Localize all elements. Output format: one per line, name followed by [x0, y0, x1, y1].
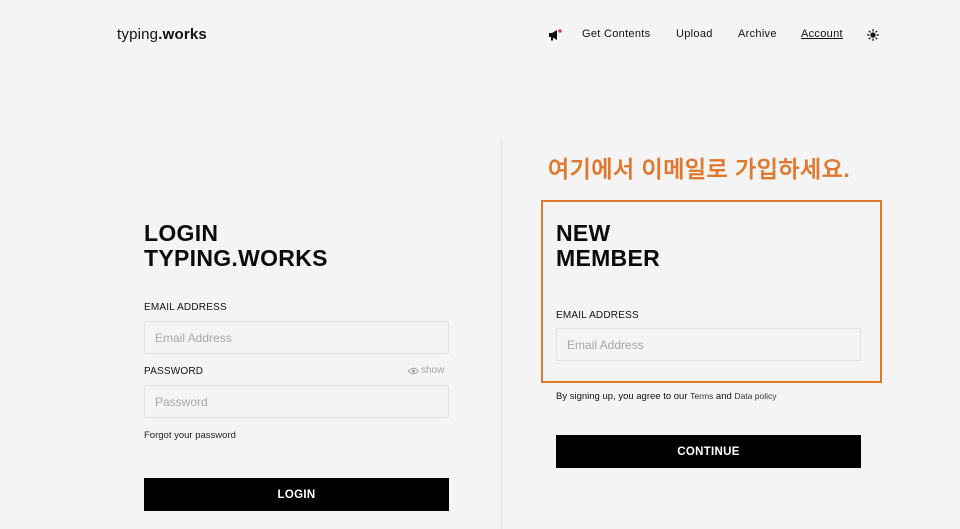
- signup-agreement-text: By signing up, you agree to our Terms an…: [556, 391, 777, 402]
- login-title-line1: LOGIN: [144, 220, 219, 246]
- password-input[interactable]: [144, 385, 449, 418]
- show-password-toggle[interactable]: show: [407, 365, 445, 376]
- signup-email-input[interactable]: [556, 328, 861, 361]
- agreement-prefix: By signing up, you agree to our: [556, 391, 691, 402]
- nav-get-contents[interactable]: Get Contents: [582, 28, 650, 40]
- terms-link[interactable]: Terms: [690, 391, 713, 401]
- signup-title-line1: NEW: [556, 220, 611, 246]
- signup-title: NEW MEMBER: [556, 221, 660, 271]
- nav-account[interactable]: Account: [801, 28, 843, 40]
- section-divider: [501, 138, 502, 529]
- login-email-label: EMAIL ADDRESS: [144, 302, 227, 313]
- login-title-line2: TYPING.WORKS: [144, 245, 328, 271]
- login-title: LOGIN TYPING.WORKS: [144, 221, 328, 271]
- signup-annotation: 여기에서 이메일로 가입하세요.: [548, 156, 851, 182]
- nav-archive[interactable]: Archive: [738, 28, 777, 40]
- megaphone-icon[interactable]: [548, 28, 562, 42]
- signup-email-label: EMAIL ADDRESS: [556, 310, 639, 321]
- signup-title-line2: MEMBER: [556, 245, 661, 271]
- eye-icon: [407, 367, 420, 375]
- show-password-label: show: [421, 365, 445, 376]
- top-nav: Get Contents Upload Archive Account: [0, 28, 960, 44]
- continue-button[interactable]: CONTINUE: [556, 435, 861, 468]
- sun-icon[interactable]: [867, 29, 879, 41]
- data-policy-link[interactable]: Data policy: [734, 391, 776, 401]
- password-label: PASSWORD: [144, 366, 204, 377]
- nav-upload[interactable]: Upload: [676, 28, 713, 40]
- forgot-password-link[interactable]: Forgot your password: [144, 430, 236, 441]
- agreement-and: and: [713, 391, 735, 402]
- login-button[interactable]: LOGIN: [144, 478, 449, 511]
- login-email-input[interactable]: [144, 321, 449, 354]
